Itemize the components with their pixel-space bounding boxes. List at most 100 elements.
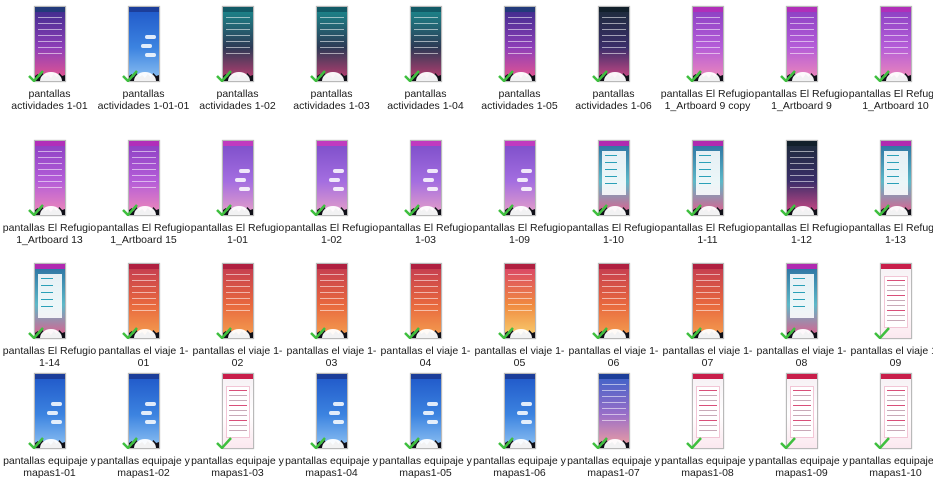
sync-check-icon	[780, 204, 796, 216]
file-name-label: pantallas equipaje y mapas1-05	[379, 455, 472, 479]
file-name-label: pantallas El Refugio 1_Artboard 10	[848, 88, 933, 112]
file-name-label: pantallas actividades 1-03	[293, 88, 370, 112]
file-item[interactable]: pantallas El Refugio 1-14	[2, 263, 97, 369]
sync-check-icon	[686, 437, 702, 449]
file-name-label: pantallas El Refugio 1-10	[566, 222, 661, 246]
file-item[interactable]: pantallas equipaje y mapas1-02	[96, 373, 191, 479]
file-item[interactable]: pantallas actividades 1-04	[378, 6, 473, 112]
file-item[interactable]: pantallas El Refugio 1-01	[190, 140, 285, 246]
sync-check-icon	[874, 70, 890, 82]
file-item[interactable]: pantallas equipaje y mapas1-04	[284, 373, 379, 479]
sync-check-icon	[404, 437, 420, 449]
sync-check-icon	[592, 437, 608, 449]
file-name-label: pantallas actividades 1-01	[11, 88, 88, 112]
sync-check-icon	[122, 204, 138, 216]
file-name-label: pantallas actividades 1-04	[387, 88, 464, 112]
sync-check-icon	[28, 437, 44, 449]
file-item[interactable]: pantallas equipaje y mapas1-07	[566, 373, 661, 479]
sync-check-icon	[28, 204, 44, 216]
sync-check-icon	[874, 327, 890, 339]
file-item[interactable]: pantallas El Refugio 1-02	[284, 140, 379, 246]
file-item[interactable]: pantallas equipaje y mapas1-09	[754, 373, 849, 479]
file-name-label: pantallas actividades 1-01-01	[97, 88, 190, 112]
sync-check-icon	[310, 204, 326, 216]
file-item[interactable]: pantallas equipaje y mapas1-06	[472, 373, 567, 479]
file-item[interactable]: pantallas actividades 1-06	[566, 6, 661, 112]
file-name-label: pantallas El Refugio 1_Artboard 15	[96, 222, 191, 246]
file-item[interactable]: pantallas El Refugio 1-09	[472, 140, 567, 246]
file-item[interactable]: pantallas el viaje 1-09	[848, 263, 933, 369]
file-name-label: pantallas El Refugio 1-02	[284, 222, 379, 246]
sync-check-icon	[28, 70, 44, 82]
file-item[interactable]: pantallas actividades 1-02	[190, 6, 285, 112]
file-item[interactable]: pantallas actividades 1-01-01	[96, 6, 191, 112]
file-item[interactable]: pantallas El Refugio 1-03	[378, 140, 473, 246]
sync-check-icon	[498, 204, 514, 216]
file-item[interactable]: pantallas actividades 1-01	[2, 6, 97, 112]
file-item[interactable]: pantallas equipaje y mapas1-10	[848, 373, 933, 479]
file-item[interactable]: pantallas el viaje 1-02	[190, 263, 285, 369]
file-item[interactable]: pantallas equipaje y mapas1-01	[2, 373, 97, 479]
sync-check-icon	[686, 204, 702, 216]
file-item[interactable]: pantallas el viaje 1-07	[660, 263, 755, 369]
file-name-label: pantallas El Refugio 1-12	[754, 222, 849, 246]
file-name-label: pantallas el viaje 1-02	[192, 345, 283, 369]
file-name-label: pantallas el viaje 1-06	[568, 345, 659, 369]
file-name-label: pantallas El Refugio 1-13	[848, 222, 933, 246]
file-grid: pantallas actividades 1-01 pantallas acti…	[0, 0, 933, 503]
file-name-label: pantallas actividades 1-06	[575, 88, 652, 112]
file-name-label: pantallas el viaje 1-05	[474, 345, 565, 369]
file-item[interactable]: pantallas el viaje 1-08	[754, 263, 849, 369]
file-item[interactable]: pantallas equipaje y mapas1-05	[378, 373, 473, 479]
file-item[interactable]: pantallas el viaje 1-06	[566, 263, 661, 369]
file-item[interactable]: pantallas el viaje 1-04	[378, 263, 473, 369]
file-name-label: pantallas El Refugio 1-09	[472, 222, 567, 246]
sync-check-icon	[122, 70, 138, 82]
file-item[interactable]: pantallas el viaje 1-03	[284, 263, 379, 369]
sync-check-icon	[216, 204, 232, 216]
sync-check-icon	[216, 327, 232, 339]
sync-check-icon	[592, 70, 608, 82]
file-item[interactable]: pantallas El Refugio 1_Artboard 9 copy	[660, 6, 755, 112]
sync-check-icon	[122, 437, 138, 449]
file-name-label: pantallas equipaje y mapas1-10	[849, 455, 933, 479]
file-name-label: pantallas equipaje y mapas1-09	[755, 455, 848, 479]
file-item[interactable]: pantallas actividades 1-05	[472, 6, 567, 112]
file-item[interactable]: pantallas El Refugio 1-10	[566, 140, 661, 246]
file-name-label: pantallas el viaje 1-04	[380, 345, 471, 369]
sync-check-icon	[404, 204, 420, 216]
file-name-label: pantallas equipaje y mapas1-06	[473, 455, 566, 479]
sync-check-icon	[780, 327, 796, 339]
file-name-label: pantallas el viaje 1-07	[662, 345, 753, 369]
file-item[interactable]: pantallas actividades 1-03	[284, 6, 379, 112]
sync-check-icon	[498, 70, 514, 82]
file-item[interactable]: pantallas El Refugio 1_Artboard 10	[848, 6, 933, 112]
file-item[interactable]: pantallas El Refugio 1-11	[660, 140, 755, 246]
file-item[interactable]: pantallas El Refugio 1_Artboard 15	[96, 140, 191, 246]
sync-check-icon	[498, 437, 514, 449]
file-name-label: pantallas equipaje y mapas1-04	[285, 455, 378, 479]
file-item[interactable]: pantallas El Refugio 1-12	[754, 140, 849, 246]
file-item[interactable]: pantallas equipaje y mapas1-08	[660, 373, 755, 479]
sync-check-icon	[592, 327, 608, 339]
file-item[interactable]: pantallas el viaje 1-01	[96, 263, 191, 369]
file-item[interactable]: pantallas El Refugio 1-13	[848, 140, 933, 246]
sync-check-icon	[780, 437, 796, 449]
file-item[interactable]: pantallas equipaje y mapas1-03	[190, 373, 285, 479]
sync-check-icon	[874, 204, 890, 216]
sync-check-icon	[310, 437, 326, 449]
sync-check-icon	[28, 327, 44, 339]
sync-check-icon	[404, 70, 420, 82]
file-item[interactable]: pantallas El Refugio 1_Artboard 9	[754, 6, 849, 112]
file-name-label: pantallas El Refugio 1-01	[190, 222, 285, 246]
sync-check-icon	[404, 327, 420, 339]
file-name-label: pantallas equipaje y mapas1-07	[567, 455, 660, 479]
sync-check-icon	[216, 70, 232, 82]
sync-check-icon	[686, 327, 702, 339]
file-item[interactable]: pantallas El Refugio 1_Artboard 13	[2, 140, 97, 246]
sync-check-icon	[874, 437, 890, 449]
file-name-label: pantallas actividades 1-02	[199, 88, 276, 112]
file-name-label: pantallas el viaje 1-08	[756, 345, 847, 369]
file-item[interactable]: pantallas el viaje 1-05	[472, 263, 567, 369]
file-name-label: pantallas El Refugio 1-11	[660, 222, 755, 246]
